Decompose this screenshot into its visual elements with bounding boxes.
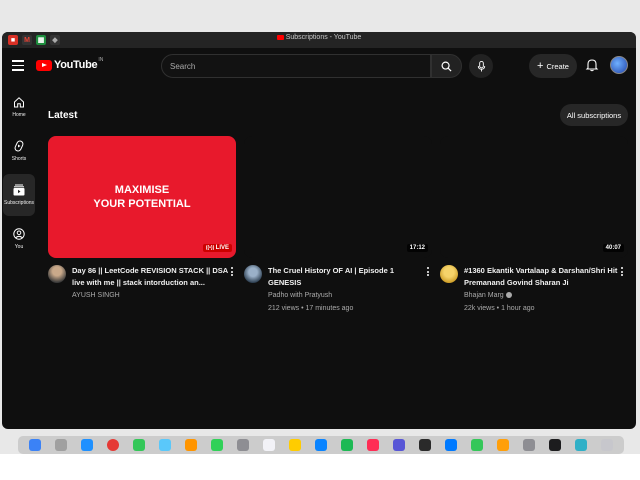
home-icon — [14, 97, 24, 108]
sidebar-label: Home — [12, 112, 26, 118]
search-icon — [441, 61, 452, 72]
shorts-icon — [14, 140, 24, 152]
sidebar-label: Subscriptions — [3, 200, 34, 206]
launchpad-icon[interactable] — [55, 439, 67, 451]
all-subscriptions-button[interactable]: All subscriptions — [560, 104, 628, 126]
you-icon — [13, 228, 25, 240]
duration-badge: 40:07 — [602, 244, 624, 252]
logo-text: YouTube — [54, 59, 98, 71]
voice-search-button[interactable] — [469, 54, 493, 78]
settings-icon[interactable] — [523, 439, 535, 451]
maps-icon[interactable] — [237, 439, 249, 451]
vscode-icon[interactable] — [445, 439, 457, 451]
search-box — [161, 54, 431, 78]
bell-icon — [585, 59, 599, 72]
menu-icon[interactable] — [12, 60, 24, 71]
messages-icon[interactable] — [133, 439, 145, 451]
account-avatar[interactable] — [610, 56, 628, 74]
live-badge: ((•)) LIVE — [202, 244, 232, 252]
sidebar-item-you[interactable]: You — [3, 218, 35, 260]
plus-icon: + — [537, 60, 544, 72]
macos-dock — [18, 436, 624, 454]
subscriptions-icon — [13, 184, 25, 196]
notifications-button[interactable] — [585, 58, 599, 72]
trash-icon[interactable] — [601, 439, 613, 451]
app-icon[interactable] — [549, 439, 561, 451]
notes-icon[interactable] — [289, 439, 301, 451]
app-icon[interactable] — [575, 439, 587, 451]
calendar-icon[interactable] — [263, 439, 275, 451]
section-title: Latest — [48, 110, 78, 121]
chrome-icon[interactable] — [107, 439, 119, 451]
video-title[interactable]: #1360 Ekantik Vartalaap & Darshan/Shri H… — [464, 265, 620, 289]
podcasts-icon[interactable] — [393, 439, 405, 451]
thumbnail-text: MAXIMISE YOUR POTENTIAL — [48, 183, 236, 211]
video-thumbnail[interactable]: 40:07 — [440, 136, 628, 258]
finder-icon[interactable] — [29, 439, 41, 451]
search-input[interactable] — [162, 55, 430, 77]
create-label: Create — [546, 61, 569, 71]
duration-badge: 17:12 — [406, 244, 428, 252]
video-stats: 212 views • 17 minutes ago — [268, 305, 354, 312]
sidebar-label: Shorts — [11, 156, 27, 162]
youtube-favicon-icon — [276, 34, 284, 40]
channel-name[interactable]: Padho with Pratyush — [268, 292, 332, 299]
appstore-icon[interactable] — [315, 439, 327, 451]
safari-icon[interactable] — [81, 439, 93, 451]
spotify-icon[interactable] — [341, 439, 353, 451]
create-button[interactable]: + Create — [529, 54, 577, 78]
mini-guide: Home Shorts Subscriptions You — [2, 86, 36, 262]
tab-title-text: Subscriptions - YouTube — [285, 34, 362, 41]
masthead: YouTube IN + Create — [2, 48, 636, 86]
music-icon[interactable] — [367, 439, 379, 451]
channel-avatar[interactable] — [440, 265, 458, 283]
terminal-icon[interactable] — [419, 439, 431, 451]
youtube-play-icon — [36, 59, 52, 71]
video-thumbnail[interactable]: 17:12 — [244, 136, 432, 258]
channel-name[interactable]: AYUSH SINGH — [72, 292, 120, 299]
channel-name-text: Bhajan Marg — [464, 292, 504, 299]
video-thumbnail[interactable]: MAXIMISE YOUR POTENTIAL ((•)) LIVE — [48, 136, 236, 258]
more-options-icon[interactable] — [620, 267, 624, 278]
video-card[interactable]: 40:07 #1360 Ekantik Vartalaap & Darshan/… — [440, 136, 628, 325]
microphone-icon — [477, 60, 485, 72]
thumbnail-line: MAXIMISE — [114, 184, 170, 196]
youtube-logo[interactable]: YouTube IN — [36, 57, 104, 71]
video-meta: The Cruel History OF AI | Episode 1 GENE… — [244, 265, 432, 325]
sidebar-item-shorts[interactable]: Shorts — [3, 130, 35, 172]
whatsapp-icon[interactable] — [471, 439, 483, 451]
video-card[interactable]: MAXIMISE YOUR POTENTIAL ((•)) LIVE Day 8… — [48, 136, 236, 325]
active-tab[interactable]: Subscriptions - YouTube — [2, 34, 636, 41]
sidebar-item-home[interactable]: Home — [3, 86, 35, 128]
app-icon[interactable] — [497, 439, 509, 451]
sidebar-item-subscriptions[interactable]: Subscriptions — [3, 174, 35, 216]
video-stats: 22k views • 1 hour ago — [464, 305, 535, 312]
verified-icon — [505, 292, 512, 299]
region-code: IN — [98, 57, 104, 63]
channel-avatar[interactable] — [244, 265, 262, 283]
browser-tabbar: ■ M ▦ ◆ Subscriptions - YouTube — [2, 32, 636, 48]
live-icon: ((•)) — [205, 245, 216, 251]
more-options-icon[interactable] — [230, 267, 234, 278]
video-title[interactable]: Day 86 || LeetCode REVISION STACK || DSA… — [72, 265, 228, 289]
thumbnail-line: YOUR POTENTIAL — [93, 198, 191, 210]
video-title[interactable]: The Cruel History OF AI | Episode 1 GENE… — [268, 265, 424, 289]
search-button[interactable] — [431, 54, 462, 78]
video-card[interactable]: 17:12 The Cruel History OF AI | Episode … — [244, 136, 432, 325]
video-meta: Day 86 || LeetCode REVISION STACK || DSA… — [48, 265, 236, 325]
more-options-icon[interactable] — [426, 267, 430, 278]
letterbox-bottom — [0, 454, 640, 480]
channel-name[interactable]: Bhajan Marg — [464, 292, 512, 299]
mail-icon[interactable] — [159, 439, 171, 451]
sidebar-label: You — [14, 244, 24, 250]
facetime-icon[interactable] — [211, 439, 223, 451]
video-meta: #1360 Ekantik Vartalaap & Darshan/Shri H… — [440, 265, 628, 325]
photos-icon[interactable] — [185, 439, 197, 451]
live-label: LIVE — [215, 245, 229, 251]
channel-avatar[interactable] — [48, 265, 66, 283]
desktop: ■ M ▦ ◆ Subscriptions - YouTube YouTube … — [0, 0, 640, 480]
